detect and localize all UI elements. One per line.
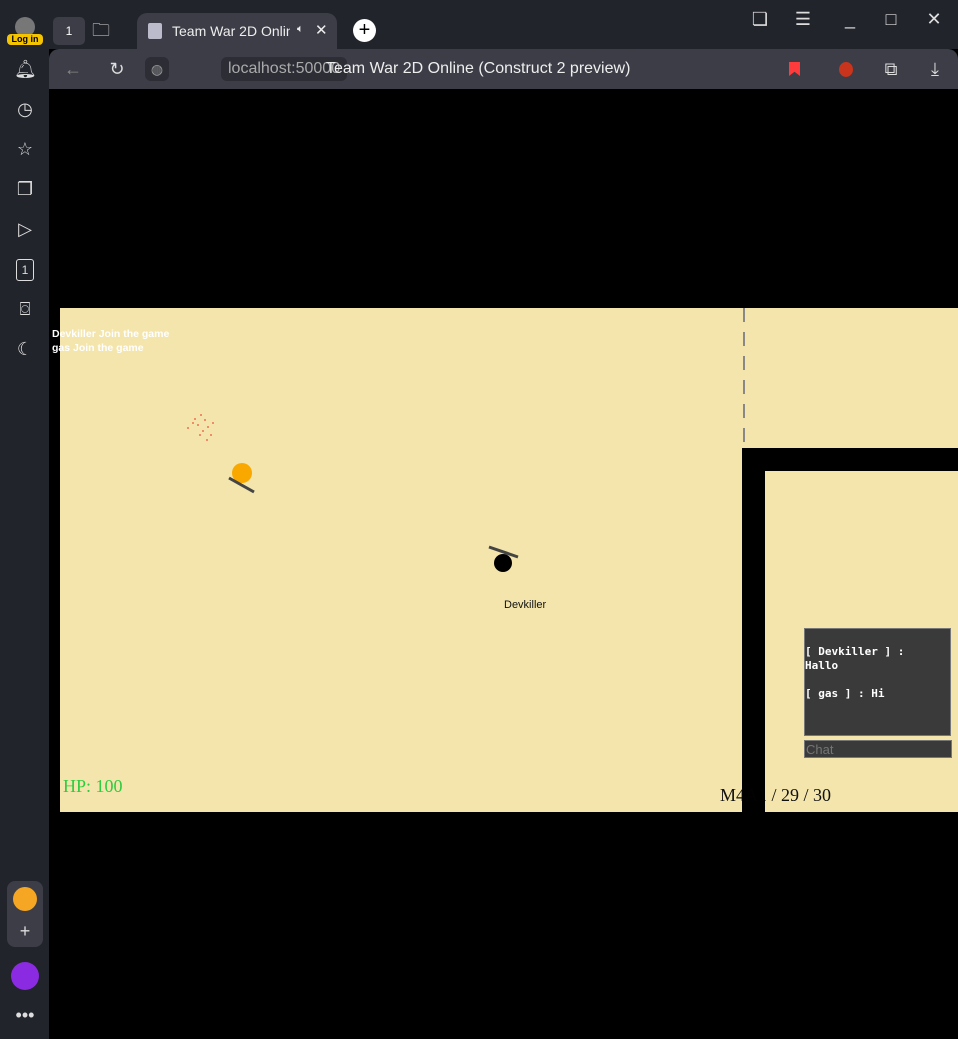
bug-extension-icon[interactable] (839, 62, 853, 77)
login-badge[interactable]: Log in (7, 34, 43, 45)
enemy-player (228, 463, 255, 494)
join-message: Devkiller Join the game (52, 328, 170, 340)
chat-log: [ Devkiller ] : Hallo [ gas ] : Hi (804, 628, 951, 736)
hp-display: HP: 100 (63, 776, 123, 796)
sidebar-panel-icon[interactable]: ⧉ (881, 59, 901, 79)
close-window-icon[interactable]: ✕ (924, 9, 944, 29)
home-tab-button[interactable]: 1 (53, 17, 85, 45)
menu-icon[interactable]: ☰ (793, 9, 813, 29)
new-tab-button[interactable]: + (353, 19, 376, 42)
tabs-count-icon[interactable]: 1 (16, 259, 34, 281)
bell-icon[interactable]: 🔔︎ (14, 59, 37, 79)
reload-icon[interactable]: ↻ (106, 59, 128, 79)
new-folder-icon[interactable]: 🗀︎ (89, 20, 113, 40)
mail-icon[interactable] (13, 887, 37, 911)
browser-sidebar: Log in 🔔︎ ◷ ☆ ❐ ▷ 1 ⌼ ☾ + ••• (0, 0, 49, 1039)
minimize-icon[interactable]: _ (840, 9, 860, 29)
maximize-icon[interactable]: □ (881, 9, 901, 29)
audio-icon[interactable]: 🔈︎ (297, 23, 304, 36)
wall (742, 448, 765, 812)
ammo-display: M4A1 / 29 / 30 (720, 785, 832, 805)
chat-input[interactable] (804, 740, 952, 758)
wall (742, 780, 765, 812)
site-info-icon[interactable]: ◍ (145, 57, 169, 81)
alice-icon[interactable] (11, 962, 39, 990)
star-icon[interactable]: ☆ (14, 139, 36, 159)
play-icon[interactable]: ▷ (14, 219, 36, 239)
dashed-line (743, 308, 745, 448)
mail-widget[interactable]: + (7, 881, 43, 947)
local-player (488, 545, 519, 572)
bookmark-icon[interactable] (789, 62, 800, 76)
screenshot-icon[interactable]: ⌼ (14, 299, 36, 319)
active-tab[interactable]: Team War 2D Online 🔈︎ ✕ (137, 13, 337, 49)
history-icon[interactable]: ◷ (14, 99, 36, 119)
more-icon[interactable]: ••• (12, 1005, 38, 1025)
address-bar: ← ↻ ◍ localhost:50000 Team War 2D Online… (49, 49, 958, 89)
close-tab-icon[interactable]: ✕ (315, 21, 328, 39)
add-icon[interactable]: + (15, 921, 35, 941)
moon-icon[interactable]: ☾ (14, 339, 36, 359)
bookmarks-icon[interactable]: ❏ (750, 9, 770, 29)
wall (742, 448, 958, 471)
join-message: gas Join the game (52, 342, 144, 354)
page-title: Team War 2D Online (Construct 2 preview) (326, 60, 631, 77)
player-name-label: Devkiller (504, 599, 547, 611)
download-icon[interactable]: ⤓ (925, 59, 945, 79)
tab-favicon (148, 23, 162, 39)
collections-icon[interactable]: ❐ (14, 179, 36, 199)
back-icon[interactable]: ← (62, 59, 84, 79)
tab-title: Team War 2D Online (172, 23, 290, 39)
blood-particles (187, 414, 214, 441)
